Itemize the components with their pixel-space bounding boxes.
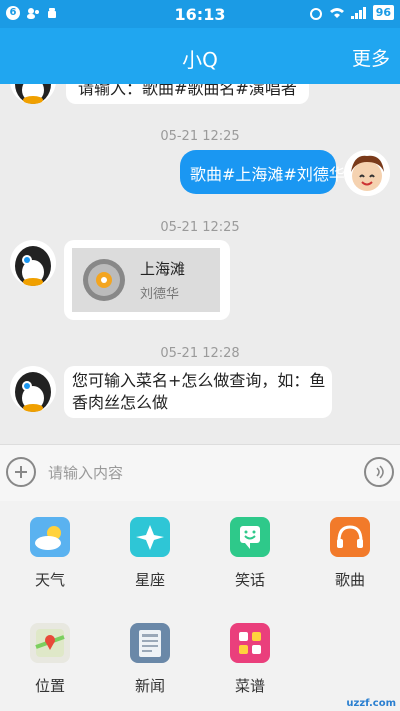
penguin-icon bbox=[15, 372, 51, 412]
tool-music[interactable]: 歌曲 bbox=[300, 517, 400, 590]
tool-label: 歌曲 bbox=[334, 571, 365, 589]
tool-location[interactable]: 位置 bbox=[0, 623, 100, 696]
joke-icon bbox=[230, 517, 270, 557]
tool-recipe[interactable]: 菜谱 bbox=[200, 623, 300, 696]
signal-icon bbox=[350, 6, 366, 19]
tool-grid: 天气 星座 笑话 歌曲 位置 新闻 菜谱 uzzf.com bbox=[0, 501, 400, 711]
user-message-bubble[interactable]: 歌曲#上海滩#刘德华 bbox=[180, 150, 345, 194]
wifi-icon bbox=[329, 7, 344, 18]
recipe-icon bbox=[230, 623, 270, 663]
tool-label: 新闻 bbox=[134, 677, 165, 695]
tool-constellation[interactable]: 星座 bbox=[100, 517, 200, 590]
tool-label: 菜谱 bbox=[234, 677, 265, 695]
bot-avatar[interactable] bbox=[10, 240, 56, 286]
music-card[interactable]: 上海滩 刘德华 bbox=[72, 248, 220, 312]
bot-message-bubble[interactable]: 您可输入菜名+怎么做查询，如：鱼 香肉丝怎么做 bbox=[64, 366, 332, 418]
penguin-icon bbox=[15, 246, 51, 286]
chat-area[interactable]: 请输入：歌曲#歌曲名#演唱者 05-21 12:25 歌曲#上海滩#刘德华 05… bbox=[0, 84, 400, 444]
page-title: 小Q bbox=[182, 48, 218, 72]
user-avatar[interactable] bbox=[344, 150, 390, 196]
music-icon bbox=[330, 517, 370, 557]
tool-label: 笑话 bbox=[234, 571, 265, 589]
input-bar: 请输入内容 bbox=[0, 444, 400, 502]
bot-message-bubble[interactable]: 请输入：歌曲#歌曲名#演唱者 bbox=[66, 84, 309, 104]
title-bar: 小Q 更多 bbox=[0, 28, 400, 84]
timestamp: 05-21 12:25 bbox=[160, 220, 240, 235]
tool-label: 星座 bbox=[134, 571, 165, 589]
location-icon bbox=[30, 623, 70, 663]
bot-message-text: 请输入：歌曲#歌曲名#演唱者 bbox=[78, 84, 297, 98]
battery-level: 96 bbox=[372, 5, 394, 20]
news-icon bbox=[130, 623, 170, 663]
tool-label: 位置 bbox=[34, 677, 65, 695]
more-button[interactable]: 更多 bbox=[352, 44, 390, 71]
penguin-icon bbox=[15, 84, 51, 104]
tool-joke[interactable]: 笑话 bbox=[200, 517, 300, 590]
plus-button[interactable] bbox=[6, 457, 36, 487]
voice-icon bbox=[376, 465, 384, 479]
bot-message-text: 您可输入菜名+怎么做查询，如：鱼 bbox=[72, 371, 326, 390]
message-input[interactable]: 请输入内容 bbox=[48, 462, 123, 483]
song-artist: 刘德华 bbox=[140, 287, 180, 302]
bot-avatar[interactable] bbox=[10, 84, 56, 104]
user-message-text: 歌曲#上海滩#刘德华 bbox=[190, 165, 345, 184]
status-bar: 6 16:13 96 bbox=[0, 0, 400, 28]
tool-label: 天气 bbox=[34, 571, 65, 589]
bot-avatar[interactable] bbox=[10, 366, 56, 412]
music-message-bubble[interactable]: 上海滩 刘德华 bbox=[64, 240, 230, 320]
tool-weather[interactable]: 天气 bbox=[0, 517, 100, 590]
timestamp: 05-21 12:25 bbox=[160, 129, 240, 144]
alarm-icon bbox=[309, 7, 322, 20]
tool-news[interactable]: 新闻 bbox=[100, 623, 200, 696]
bot-message-text: 香肉丝怎么做 bbox=[72, 393, 169, 412]
cartoon-face-icon bbox=[344, 150, 390, 196]
timestamp: 05-21 12:28 bbox=[160, 346, 240, 361]
song-title: 上海滩 bbox=[140, 260, 186, 278]
cd-disc-icon bbox=[83, 259, 125, 301]
constellation-icon bbox=[130, 517, 170, 557]
watermark-logo: uzzf.com bbox=[346, 698, 396, 709]
weather-icon bbox=[30, 517, 70, 557]
voice-button[interactable] bbox=[364, 457, 394, 487]
